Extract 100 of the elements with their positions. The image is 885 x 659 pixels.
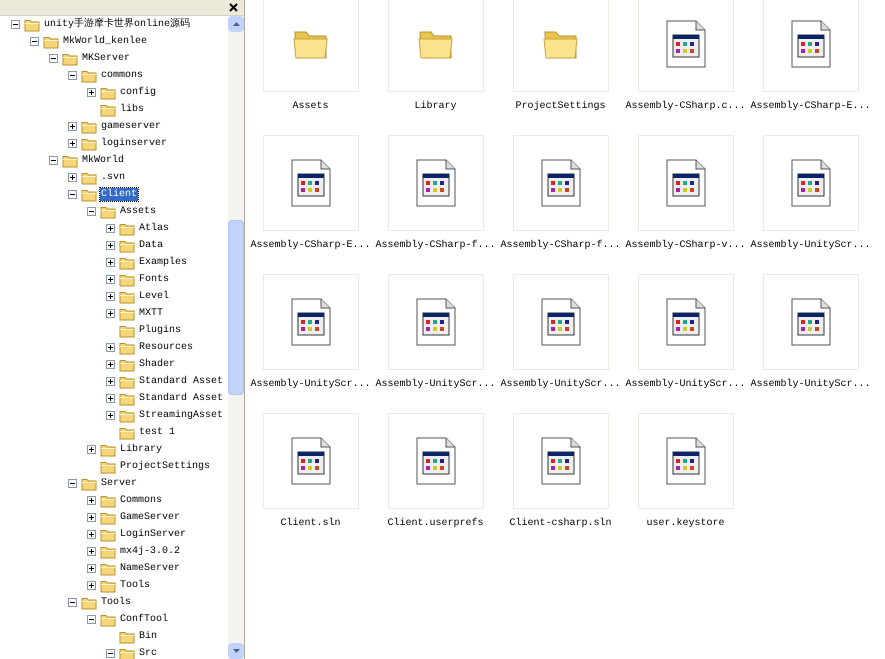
thumbnail-frame[interactable]	[262, 0, 358, 92]
collapse-box-icon[interactable]	[49, 156, 58, 165]
tree-item-label[interactable]: test 1	[138, 426, 176, 439]
expand-box-icon[interactable]	[87, 564, 96, 573]
expand-box-icon[interactable]	[106, 377, 115, 386]
expand-box-icon[interactable]	[68, 173, 77, 182]
file-name[interactable]: Assembly-UnityScr...	[750, 238, 871, 267]
scrollbar[interactable]	[228, 16, 244, 659]
tree-item-label[interactable]: gameserver	[100, 120, 162, 133]
tree-item-label[interactable]: Atlas	[138, 222, 170, 235]
expand-box-icon[interactable]	[87, 496, 96, 505]
file-name[interactable]: Assets	[292, 99, 328, 128]
file-name[interactable]: Assembly-CSharp-f...	[500, 238, 621, 267]
tree-item-label[interactable]: Src	[138, 647, 158, 659]
thumbnail-frame[interactable]	[638, 413, 734, 509]
tree-item-label[interactable]: Standard Asset	[138, 375, 224, 388]
thumbnail-frame[interactable]	[638, 0, 734, 92]
tree-item-label[interactable]: Examples	[138, 256, 188, 269]
expand-box-icon[interactable]	[106, 292, 115, 301]
expand-box-icon[interactable]	[68, 122, 77, 131]
thumbnail-frame[interactable]	[262, 135, 358, 231]
thumbnail-frame[interactable]	[388, 274, 484, 370]
expand-box-icon[interactable]	[87, 513, 96, 522]
file-name[interactable]: Assembly-UnityScr...	[250, 377, 371, 406]
thumbnail-frame[interactable]	[388, 0, 484, 92]
scroll-thumb[interactable]	[228, 220, 244, 395]
tree-item-label[interactable]: Resources	[138, 341, 194, 354]
expand-box-icon[interactable]	[106, 309, 115, 318]
collapse-box-icon[interactable]	[49, 54, 58, 63]
file-name[interactable]: Assembly-CSharp-v...	[625, 238, 746, 267]
expand-box-icon[interactable]	[106, 241, 115, 250]
thumbnail-frame[interactable]	[638, 135, 734, 231]
collapse-box-icon[interactable]	[106, 649, 115, 658]
collapse-box-icon[interactable]	[11, 20, 20, 29]
expand-box-icon[interactable]	[87, 88, 96, 97]
thumbnail-frame[interactable]	[388, 135, 484, 231]
tree-item-label[interactable]: Tools	[100, 596, 132, 609]
expand-box-icon[interactable]	[106, 360, 115, 369]
tree-item-label[interactable]: Library	[119, 443, 164, 456]
expand-box-icon[interactable]	[87, 530, 96, 539]
tree-item-label[interactable]: config	[119, 86, 158, 99]
file-name[interactable]: Client.userprefs	[387, 516, 484, 545]
thumbnail-frame[interactable]	[638, 274, 734, 370]
expand-box-icon[interactable]	[106, 343, 115, 352]
collapse-box-icon[interactable]	[68, 598, 77, 607]
thumbnail-frame[interactable]	[762, 135, 858, 231]
tree-item-label[interactable]: Data	[138, 239, 164, 252]
tree-item-label[interactable]: Plugins	[138, 324, 182, 337]
tree-item-label[interactable]: Shader	[138, 358, 176, 371]
file-name[interactable]: Library	[414, 99, 456, 128]
tree-item-label[interactable]: NameServer	[119, 562, 182, 575]
thumbnail-frame[interactable]	[762, 274, 858, 370]
expand-box-icon[interactable]	[87, 547, 96, 556]
scroll-up-button[interactable]	[228, 16, 244, 32]
collapse-box-icon[interactable]	[87, 615, 96, 624]
tree-item-label[interactable]: Bin	[138, 630, 158, 643]
expand-box-icon[interactable]	[106, 224, 115, 233]
tree-item-label[interactable]: GameServer	[119, 511, 182, 524]
expand-box-icon[interactable]	[87, 581, 96, 590]
thumbnail-frame[interactable]	[762, 0, 858, 92]
file-name[interactable]: Assembly-UnityScr...	[750, 377, 871, 406]
file-name[interactable]: Client.sln	[280, 516, 340, 545]
tree-item-label[interactable]: Level	[138, 290, 170, 303]
tree-item-label[interactable]: Assets	[119, 205, 158, 218]
tree-item-label[interactable]: libs	[119, 103, 146, 116]
tree-item-label[interactable]: ProjectSettings	[119, 460, 212, 473]
collapse-box-icon[interactable]	[68, 71, 77, 80]
tree-item-label[interactable]: Server	[100, 477, 138, 490]
file-name[interactable]: Assembly-CSharp.c...	[625, 99, 746, 128]
collapse-box-icon[interactable]	[68, 479, 77, 488]
file-name[interactable]: user.keystore	[646, 516, 724, 545]
tree-item-label[interactable]: MkWorld	[81, 154, 126, 167]
file-name[interactable]: Assembly-UnityScr...	[375, 377, 496, 406]
expand-box-icon[interactable]	[68, 139, 77, 148]
collapse-box-icon[interactable]	[87, 207, 96, 216]
file-name[interactable]: Assembly-CSharp-f...	[375, 238, 496, 267]
tree-item-label[interactable]: Commons	[119, 494, 164, 507]
file-name[interactable]: Assembly-UnityScr...	[625, 377, 746, 406]
file-name[interactable]: Client-csharp.sln	[509, 516, 612, 545]
expand-box-icon[interactable]	[106, 275, 115, 284]
thumbnail-frame[interactable]	[512, 274, 608, 370]
thumbnail-frame[interactable]	[262, 274, 358, 370]
tree-item-label[interactable]: Client	[100, 188, 138, 201]
tree-item-label[interactable]: .svn	[100, 171, 126, 184]
thumbnail-frame[interactable]	[512, 135, 608, 231]
file-name[interactable]: Assembly-UnityScr...	[500, 377, 621, 406]
close-icon[interactable]	[229, 3, 238, 12]
collapse-box-icon[interactable]	[68, 190, 77, 199]
tree-item-label[interactable]: MXTT	[138, 307, 164, 320]
file-name[interactable]: ProjectSettings	[515, 99, 606, 128]
thumbnail-frame[interactable]	[512, 0, 608, 92]
expand-box-icon[interactable]	[106, 258, 115, 267]
collapse-box-icon[interactable]	[30, 37, 39, 46]
tree-item-label[interactable]: mx4j-3.0.2	[119, 545, 182, 558]
tree-item-label[interactable]: StreamingAsset	[138, 409, 224, 422]
tree-item-label[interactable]: LoginServer	[119, 528, 188, 541]
expand-box-icon[interactable]	[106, 411, 115, 420]
thumbnail-frame[interactable]	[262, 413, 358, 509]
thumbnail-frame[interactable]	[512, 413, 608, 509]
tree-item-label[interactable]: ConfTool	[119, 613, 170, 626]
